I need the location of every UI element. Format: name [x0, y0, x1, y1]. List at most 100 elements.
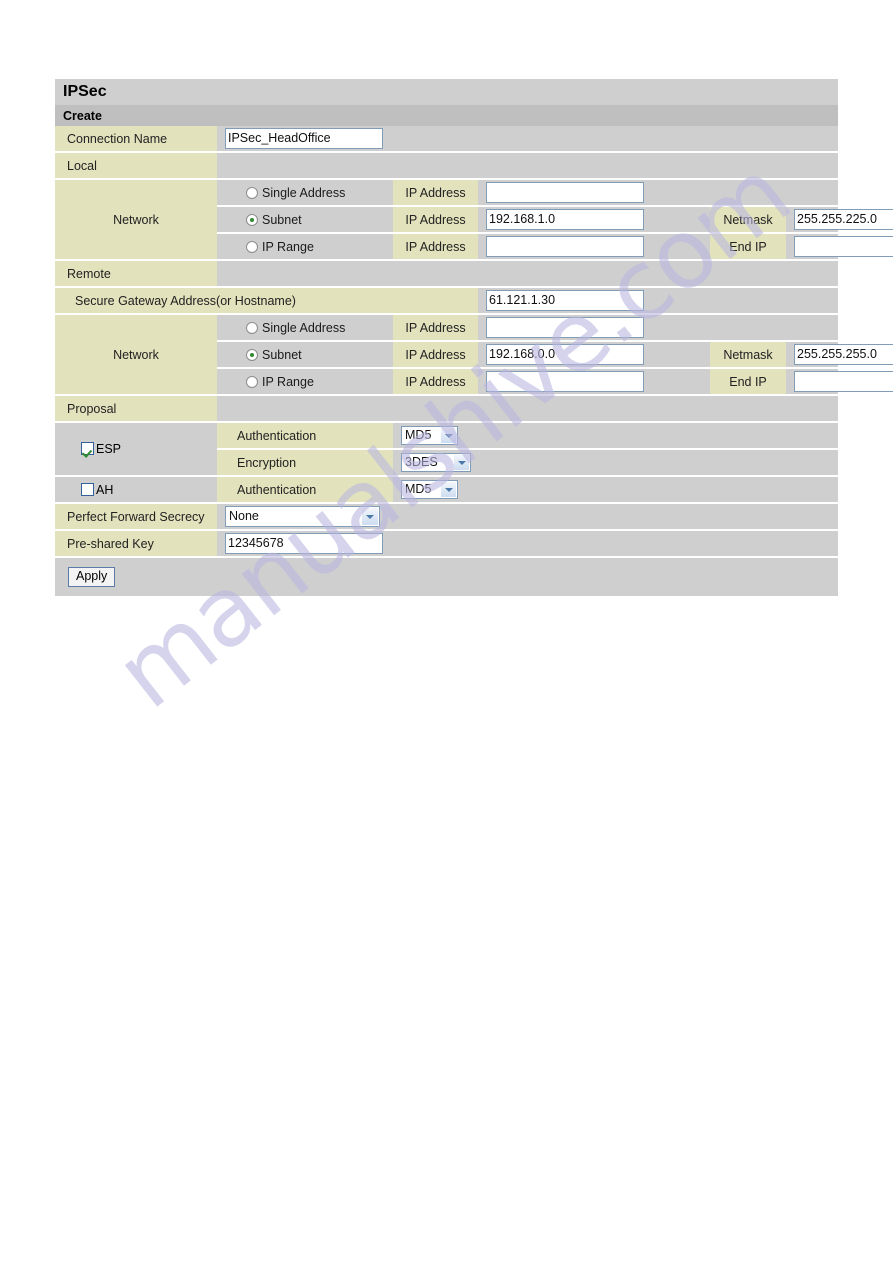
ah-checkbox-cell[interactable]: AH: [55, 476, 217, 504]
apply-row: Apply: [55, 557, 839, 596]
remote-mode-subnet[interactable]: Subnet: [217, 341, 393, 369]
ah-label: AH: [96, 482, 114, 497]
remote-end-ip-cell: [786, 368, 893, 396]
remote-single-ip-input[interactable]: [486, 317, 644, 338]
remote-subnet-ip-label: IP Address: [393, 341, 478, 369]
local-single-ip-input[interactable]: [486, 182, 644, 203]
remote-radio-single-address-label: Single Address: [262, 320, 346, 335]
local-subnet-ip-label: IP Address: [393, 206, 478, 234]
remote-range-ip-label: IP Address: [393, 368, 478, 396]
remote-spacer: [217, 260, 839, 288]
connection-name-row: Connection Name: [55, 126, 839, 153]
remote-single-extra-spacer: [710, 314, 839, 342]
apply-button[interactable]: Apply: [68, 567, 116, 587]
local-radio-subnet[interactable]: [246, 213, 258, 226]
remote-network-label: Network: [55, 314, 217, 396]
remote-radio-subnet-label: Subnet: [262, 347, 302, 362]
remote-label: Remote: [55, 260, 217, 288]
chevron-down-icon: [441, 428, 456, 443]
pre-shared-key-label: Pre-shared Key: [55, 530, 217, 558]
chevron-down-icon: [362, 508, 378, 525]
local-spacer: [217, 152, 839, 180]
remote-radio-ip-range[interactable]: [246, 375, 258, 388]
local-radio-single-address[interactable]: [246, 186, 258, 199]
local-range-ip-input[interactable]: [486, 236, 644, 257]
ah-authentication-select[interactable]: MD5: [401, 480, 458, 499]
local-single-ip-cell: [478, 179, 710, 207]
remote-single-ip-label: IP Address: [393, 314, 478, 342]
remote-netmask-cell: [786, 341, 893, 369]
remote-range-ip-cell: [478, 368, 710, 396]
panel-title-row: IPSec: [55, 79, 839, 105]
local-mode-subnet[interactable]: Subnet: [217, 206, 393, 234]
secure-gateway-cell: [478, 287, 839, 315]
ah-authentication-label: Authentication: [217, 476, 393, 504]
esp-authentication-select[interactable]: MD5: [401, 426, 458, 445]
local-network-label: Network: [55, 179, 217, 261]
ah-checkbox[interactable]: [81, 482, 94, 496]
remote-mode-single-address[interactable]: Single Address: [217, 314, 393, 342]
local-radio-subnet-label: Subnet: [262, 212, 302, 227]
local-section-row: Local: [55, 152, 839, 180]
local-radio-single-address-label: Single Address: [262, 185, 346, 200]
remote-single-ip-cell: [478, 314, 710, 342]
local-mode-single-address[interactable]: Single Address: [217, 179, 393, 207]
secure-gateway-row: Secure Gateway Address(or Hostname): [55, 287, 839, 315]
local-end-ip-label: End IP: [710, 233, 786, 261]
proposal-section-row: Proposal: [55, 395, 839, 423]
remote-mode-ip-range[interactable]: IP Range: [217, 368, 393, 396]
remote-section-row: Remote: [55, 260, 839, 288]
local-single-extra-spacer: [710, 179, 839, 207]
esp-encryption-select[interactable]: 3DES: [401, 453, 471, 472]
remote-netmask-input[interactable]: [794, 344, 893, 365]
local-single-address-row: Network Single Address IP Address: [55, 179, 839, 261]
remote-single-address-row: Network Single Address IP Address: [55, 314, 839, 396]
esp-encryption-value: 3DES: [405, 455, 438, 469]
esp-encryption-cell: 3DES: [393, 449, 839, 477]
esp-authentication-row: ESP Authentication MD5: [55, 422, 839, 477]
esp-encryption-label: Encryption: [217, 449, 393, 477]
perfect-forward-secrecy-select[interactable]: None: [225, 506, 380, 527]
ipsec-form-table: IPSec Create Connection Name Local Netwo…: [55, 79, 893, 596]
local-netmask-label: Netmask: [710, 206, 786, 234]
esp-authentication-cell: MD5: [393, 422, 839, 450]
panel-section-row: Create: [55, 105, 839, 126]
local-single-ip-label: IP Address: [393, 179, 478, 207]
local-mode-ip-range[interactable]: IP Range: [217, 233, 393, 261]
ah-authentication-cell: MD5: [393, 476, 839, 504]
remote-netmask-label: Netmask: [710, 341, 786, 369]
pre-shared-key-input[interactable]: [225, 533, 383, 554]
connection-name-input[interactable]: [225, 128, 383, 149]
local-netmask-input[interactable]: [794, 209, 893, 230]
chevron-down-icon: [454, 455, 469, 470]
remote-radio-subnet[interactable]: [246, 348, 258, 361]
local-label: Local: [55, 152, 217, 180]
esp-checkbox[interactable]: [81, 442, 94, 455]
remote-radio-single-address[interactable]: [246, 321, 258, 334]
secure-gateway-input[interactable]: [486, 290, 644, 311]
local-range-ip-label: IP Address: [393, 233, 478, 261]
connection-name-label: Connection Name: [55, 126, 217, 153]
remote-end-ip-input[interactable]: [794, 371, 893, 392]
remote-subnet-ip-input[interactable]: [486, 344, 644, 365]
ah-authentication-value: MD5: [405, 482, 432, 496]
perfect-forward-secrecy-label: Perfect Forward Secrecy: [55, 503, 217, 531]
proposal-label: Proposal: [55, 395, 217, 423]
secure-gateway-label: Secure Gateway Address(or Hostname): [55, 287, 478, 315]
remote-range-ip-input[interactable]: [486, 371, 644, 392]
chevron-down-icon: [441, 482, 456, 497]
remote-radio-ip-range-label: IP Range: [262, 374, 314, 389]
remote-end-ip-label: End IP: [710, 368, 786, 396]
local-end-ip-input[interactable]: [794, 236, 893, 257]
connection-name-cell: [217, 126, 710, 153]
proposal-spacer: [217, 395, 839, 423]
local-netmask-cell: [786, 206, 893, 234]
local-subnet-ip-input[interactable]: [486, 209, 644, 230]
pre-shared-key-cell: [217, 530, 839, 558]
esp-authentication-label: Authentication: [217, 422, 393, 450]
apply-cell: Apply: [55, 557, 839, 596]
esp-checkbox-cell[interactable]: ESP: [55, 422, 217, 477]
ah-authentication-row: AH Authentication MD5: [55, 476, 839, 504]
local-radio-ip-range[interactable]: [246, 240, 258, 253]
local-radio-ip-range-label: IP Range: [262, 239, 314, 254]
